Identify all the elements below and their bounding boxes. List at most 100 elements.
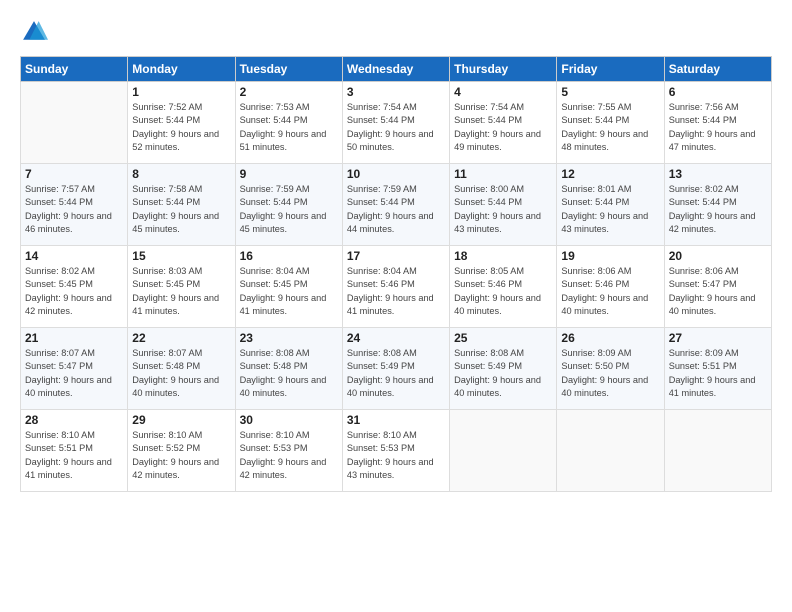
calendar-header-tuesday: Tuesday bbox=[235, 57, 342, 82]
calendar-week-row: 7 Sunrise: 7:57 AM Sunset: 5:44 PM Dayli… bbox=[21, 164, 772, 246]
day-info: Sunrise: 7:54 AM Sunset: 5:44 PM Dayligh… bbox=[347, 101, 445, 154]
calendar-week-row: 28 Sunrise: 8:10 AM Sunset: 5:51 PM Dayl… bbox=[21, 410, 772, 492]
day-number: 8 bbox=[132, 167, 230, 181]
day-number: 12 bbox=[561, 167, 659, 181]
calendar-week-row: 1 Sunrise: 7:52 AM Sunset: 5:44 PM Dayli… bbox=[21, 82, 772, 164]
day-number: 4 bbox=[454, 85, 552, 99]
calendar-week-row: 14 Sunrise: 8:02 AM Sunset: 5:45 PM Dayl… bbox=[21, 246, 772, 328]
calendar-cell bbox=[450, 410, 557, 492]
calendar-cell: 22 Sunrise: 8:07 AM Sunset: 5:48 PM Dayl… bbox=[128, 328, 235, 410]
calendar-cell: 30 Sunrise: 8:10 AM Sunset: 5:53 PM Dayl… bbox=[235, 410, 342, 492]
calendar-cell: 7 Sunrise: 7:57 AM Sunset: 5:44 PM Dayli… bbox=[21, 164, 128, 246]
day-info: Sunrise: 7:54 AM Sunset: 5:44 PM Dayligh… bbox=[454, 101, 552, 154]
calendar-header-thursday: Thursday bbox=[450, 57, 557, 82]
calendar-cell: 29 Sunrise: 8:10 AM Sunset: 5:52 PM Dayl… bbox=[128, 410, 235, 492]
day-number: 20 bbox=[669, 249, 767, 263]
day-info: Sunrise: 8:10 AM Sunset: 5:51 PM Dayligh… bbox=[25, 429, 123, 482]
day-number: 10 bbox=[347, 167, 445, 181]
day-number: 15 bbox=[132, 249, 230, 263]
day-number: 21 bbox=[25, 331, 123, 345]
day-number: 26 bbox=[561, 331, 659, 345]
day-info: Sunrise: 8:08 AM Sunset: 5:49 PM Dayligh… bbox=[454, 347, 552, 400]
calendar-cell: 1 Sunrise: 7:52 AM Sunset: 5:44 PM Dayli… bbox=[128, 82, 235, 164]
day-number: 17 bbox=[347, 249, 445, 263]
calendar-cell: 17 Sunrise: 8:04 AM Sunset: 5:46 PM Dayl… bbox=[342, 246, 449, 328]
day-info: Sunrise: 8:10 AM Sunset: 5:52 PM Dayligh… bbox=[132, 429, 230, 482]
calendar-cell: 27 Sunrise: 8:09 AM Sunset: 5:51 PM Dayl… bbox=[664, 328, 771, 410]
calendar-cell: 21 Sunrise: 8:07 AM Sunset: 5:47 PM Dayl… bbox=[21, 328, 128, 410]
day-info: Sunrise: 8:08 AM Sunset: 5:48 PM Dayligh… bbox=[240, 347, 338, 400]
day-number: 7 bbox=[25, 167, 123, 181]
day-number: 6 bbox=[669, 85, 767, 99]
day-number: 2 bbox=[240, 85, 338, 99]
day-info: Sunrise: 8:02 AM Sunset: 5:45 PM Dayligh… bbox=[25, 265, 123, 318]
day-info: Sunrise: 7:56 AM Sunset: 5:44 PM Dayligh… bbox=[669, 101, 767, 154]
day-number: 31 bbox=[347, 413, 445, 427]
day-info: Sunrise: 7:58 AM Sunset: 5:44 PM Dayligh… bbox=[132, 183, 230, 236]
calendar-cell: 24 Sunrise: 8:08 AM Sunset: 5:49 PM Dayl… bbox=[342, 328, 449, 410]
day-info: Sunrise: 7:59 AM Sunset: 5:44 PM Dayligh… bbox=[347, 183, 445, 236]
day-number: 29 bbox=[132, 413, 230, 427]
day-info: Sunrise: 8:00 AM Sunset: 5:44 PM Dayligh… bbox=[454, 183, 552, 236]
day-info: Sunrise: 7:52 AM Sunset: 5:44 PM Dayligh… bbox=[132, 101, 230, 154]
day-number: 25 bbox=[454, 331, 552, 345]
day-info: Sunrise: 8:04 AM Sunset: 5:45 PM Dayligh… bbox=[240, 265, 338, 318]
day-info: Sunrise: 7:55 AM Sunset: 5:44 PM Dayligh… bbox=[561, 101, 659, 154]
calendar-cell: 6 Sunrise: 7:56 AM Sunset: 5:44 PM Dayli… bbox=[664, 82, 771, 164]
day-number: 23 bbox=[240, 331, 338, 345]
calendar-cell: 10 Sunrise: 7:59 AM Sunset: 5:44 PM Dayl… bbox=[342, 164, 449, 246]
calendar-cell: 8 Sunrise: 7:58 AM Sunset: 5:44 PM Dayli… bbox=[128, 164, 235, 246]
calendar-cell: 13 Sunrise: 8:02 AM Sunset: 5:44 PM Dayl… bbox=[664, 164, 771, 246]
day-number: 19 bbox=[561, 249, 659, 263]
day-info: Sunrise: 8:06 AM Sunset: 5:47 PM Dayligh… bbox=[669, 265, 767, 318]
calendar-cell: 18 Sunrise: 8:05 AM Sunset: 5:46 PM Dayl… bbox=[450, 246, 557, 328]
day-info: Sunrise: 7:53 AM Sunset: 5:44 PM Dayligh… bbox=[240, 101, 338, 154]
calendar-week-row: 21 Sunrise: 8:07 AM Sunset: 5:47 PM Dayl… bbox=[21, 328, 772, 410]
day-info: Sunrise: 8:02 AM Sunset: 5:44 PM Dayligh… bbox=[669, 183, 767, 236]
day-number: 11 bbox=[454, 167, 552, 181]
calendar-header-wednesday: Wednesday bbox=[342, 57, 449, 82]
calendar-cell: 12 Sunrise: 8:01 AM Sunset: 5:44 PM Dayl… bbox=[557, 164, 664, 246]
day-info: Sunrise: 8:09 AM Sunset: 5:50 PM Dayligh… bbox=[561, 347, 659, 400]
day-info: Sunrise: 8:10 AM Sunset: 5:53 PM Dayligh… bbox=[240, 429, 338, 482]
calendar-table: SundayMondayTuesdayWednesdayThursdayFrid… bbox=[20, 56, 772, 492]
day-info: Sunrise: 8:07 AM Sunset: 5:48 PM Dayligh… bbox=[132, 347, 230, 400]
day-number: 22 bbox=[132, 331, 230, 345]
calendar-cell: 11 Sunrise: 8:00 AM Sunset: 5:44 PM Dayl… bbox=[450, 164, 557, 246]
day-number: 9 bbox=[240, 167, 338, 181]
calendar-cell bbox=[664, 410, 771, 492]
calendar-cell: 14 Sunrise: 8:02 AM Sunset: 5:45 PM Dayl… bbox=[21, 246, 128, 328]
day-info: Sunrise: 8:09 AM Sunset: 5:51 PM Dayligh… bbox=[669, 347, 767, 400]
generalblue-icon bbox=[20, 18, 48, 46]
day-number: 3 bbox=[347, 85, 445, 99]
day-number: 27 bbox=[669, 331, 767, 345]
day-info: Sunrise: 8:06 AM Sunset: 5:46 PM Dayligh… bbox=[561, 265, 659, 318]
calendar-cell: 2 Sunrise: 7:53 AM Sunset: 5:44 PM Dayli… bbox=[235, 82, 342, 164]
logo bbox=[20, 18, 52, 46]
calendar-cell: 19 Sunrise: 8:06 AM Sunset: 5:46 PM Dayl… bbox=[557, 246, 664, 328]
day-number: 24 bbox=[347, 331, 445, 345]
calendar-cell bbox=[21, 82, 128, 164]
day-info: Sunrise: 8:03 AM Sunset: 5:45 PM Dayligh… bbox=[132, 265, 230, 318]
calendar-cell: 26 Sunrise: 8:09 AM Sunset: 5:50 PM Dayl… bbox=[557, 328, 664, 410]
day-info: Sunrise: 8:05 AM Sunset: 5:46 PM Dayligh… bbox=[454, 265, 552, 318]
header bbox=[20, 18, 772, 46]
calendar-cell: 20 Sunrise: 8:06 AM Sunset: 5:47 PM Dayl… bbox=[664, 246, 771, 328]
day-info: Sunrise: 7:57 AM Sunset: 5:44 PM Dayligh… bbox=[25, 183, 123, 236]
calendar-header-saturday: Saturday bbox=[664, 57, 771, 82]
calendar-cell: 5 Sunrise: 7:55 AM Sunset: 5:44 PM Dayli… bbox=[557, 82, 664, 164]
calendar-header-sunday: Sunday bbox=[21, 57, 128, 82]
calendar-cell: 23 Sunrise: 8:08 AM Sunset: 5:48 PM Dayl… bbox=[235, 328, 342, 410]
day-number: 28 bbox=[25, 413, 123, 427]
calendar-cell: 15 Sunrise: 8:03 AM Sunset: 5:45 PM Dayl… bbox=[128, 246, 235, 328]
calendar-cell: 28 Sunrise: 8:10 AM Sunset: 5:51 PM Dayl… bbox=[21, 410, 128, 492]
calendar-cell: 3 Sunrise: 7:54 AM Sunset: 5:44 PM Dayli… bbox=[342, 82, 449, 164]
day-number: 5 bbox=[561, 85, 659, 99]
calendar-header-row: SundayMondayTuesdayWednesdayThursdayFrid… bbox=[21, 57, 772, 82]
calendar-cell: 25 Sunrise: 8:08 AM Sunset: 5:49 PM Dayl… bbox=[450, 328, 557, 410]
day-number: 13 bbox=[669, 167, 767, 181]
day-number: 18 bbox=[454, 249, 552, 263]
calendar-cell: 9 Sunrise: 7:59 AM Sunset: 5:44 PM Dayli… bbox=[235, 164, 342, 246]
day-info: Sunrise: 8:10 AM Sunset: 5:53 PM Dayligh… bbox=[347, 429, 445, 482]
calendar-cell bbox=[557, 410, 664, 492]
